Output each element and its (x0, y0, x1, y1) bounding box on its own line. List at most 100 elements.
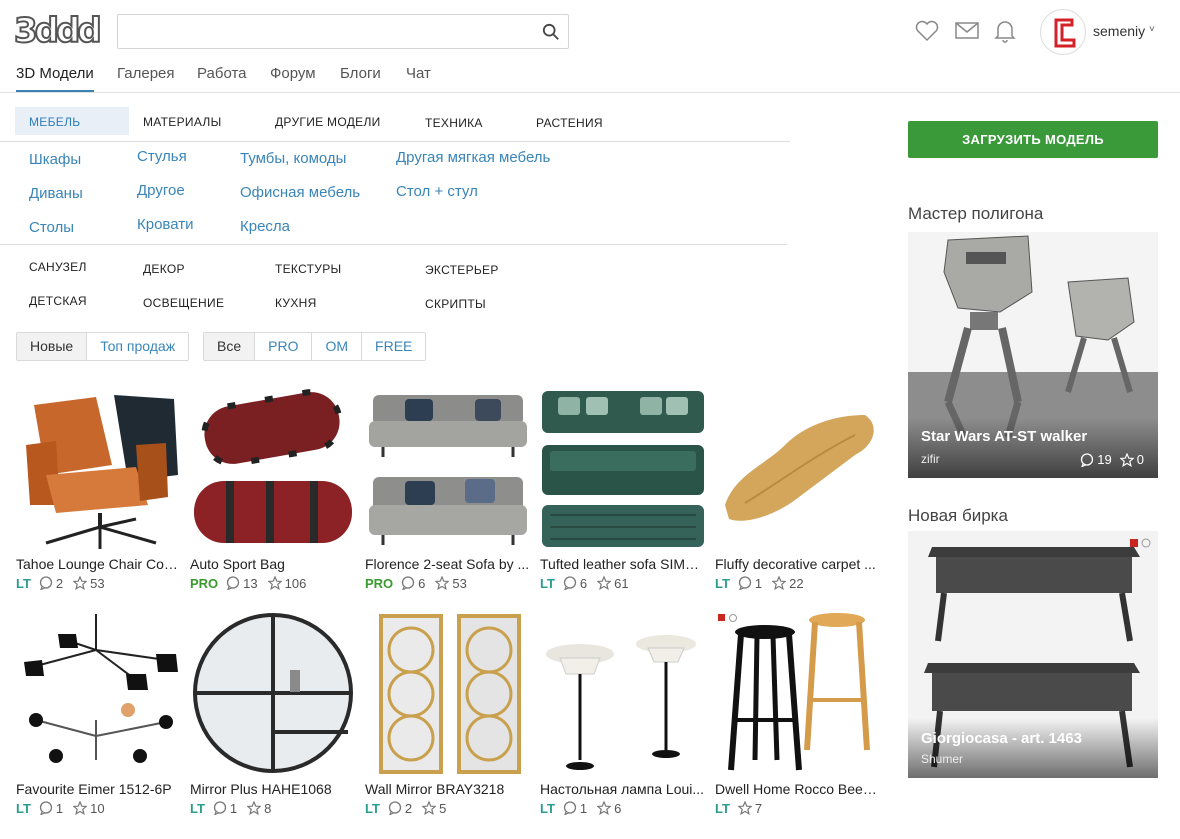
product-thumbnail[interactable] (365, 385, 531, 551)
product-card[interactable]: Auto Sport Bag PRO 13 106 (190, 385, 356, 591)
category-tech[interactable]: ТЕХНИКА (425, 116, 483, 130)
product-meta: LT 6 61 (540, 575, 706, 591)
subcategory-armchairs[interactable]: Кресла (240, 218, 290, 235)
username[interactable]: semeniy (1093, 23, 1145, 39)
product-title[interactable]: Tufted leather sofa SIMO... (540, 556, 706, 572)
category-kitchen[interactable]: КУХНЯ (275, 296, 317, 310)
category-bathroom[interactable]: САНУЗЕЛ (29, 260, 87, 274)
license-om-button[interactable]: OM (312, 333, 363, 360)
product-thumbnail[interactable] (190, 610, 356, 776)
category-plants[interactable]: РАСТЕНИЯ (536, 116, 603, 130)
comment-icon (39, 576, 53, 590)
category-decor[interactable]: ДЕКОР (143, 262, 185, 276)
product-title[interactable]: Mirror Plus HAHE1068 (190, 781, 356, 797)
new-tag-model-author[interactable]: Shumer (921, 752, 963, 766)
user-menu-caret[interactable]: ˅ (1149, 24, 1155, 35)
subcategory-office-furniture[interactable]: Офисная мебель (240, 184, 360, 201)
product-title[interactable]: Favourite Eimer 1512-6P (16, 781, 182, 797)
mail-icon[interactable] (954, 18, 980, 44)
product-title[interactable]: Auto Sport Bag (190, 556, 356, 572)
product-card[interactable]: Mirror Plus HAHE1068 LT 1 8 (190, 610, 356, 816)
subcategory-cabinets[interactable]: Тумбы, комоды (240, 150, 346, 167)
featured-model-author[interactable]: zifir (921, 452, 940, 466)
star-icon (422, 801, 437, 815)
tab-gallery[interactable]: Галерея (117, 65, 175, 92)
product-thumbnail[interactable] (715, 610, 881, 776)
tab-blogs[interactable]: Блоги (340, 65, 381, 92)
product-title[interactable]: Dwell Home Rocco Beec... (715, 781, 881, 797)
search-box[interactable] (117, 14, 569, 49)
product-thumbnail[interactable] (190, 385, 356, 551)
product-card[interactable]: Florence 2-seat Sofa by ... PRO 6 53 (365, 385, 531, 591)
star-icon (597, 801, 612, 815)
star-icon (435, 576, 450, 590)
product-thumbnail[interactable] (540, 385, 706, 551)
new-tag-card[interactable]: Giorgiocasa - art. 1463 Shumer (908, 531, 1158, 778)
product-card[interactable]: Wall Mirror BRAY3218 LT 2 5 (365, 610, 531, 816)
product-title[interactable]: Настольная лампа Loui... (540, 781, 706, 797)
category-exterior[interactable]: ЭКСТЕРЬЕР (425, 263, 499, 277)
category-divider (0, 141, 790, 142)
wall-mirror-image (365, 610, 531, 776)
product-card[interactable]: Tufted leather sofa SIMO... LT 6 61 (540, 385, 706, 591)
category-textures[interactable]: ТЕКСТУРЫ (275, 262, 341, 276)
product-card[interactable]: Favourite Eimer 1512-6P LT 1 10 (16, 610, 182, 816)
new-tag-model-name[interactable]: Giorgiocasa - art. 1463 (921, 730, 1082, 747)
heart-icon[interactable] (914, 18, 940, 44)
product-thumbnail[interactable] (540, 610, 706, 776)
product-title[interactable]: Florence 2-seat Sofa by ... (365, 556, 531, 572)
product-thumbnail[interactable] (16, 385, 182, 551)
subcategory-beds[interactable]: Кровати (137, 216, 193, 233)
avatar-logo-icon (1044, 13, 1084, 53)
bell-icon[interactable] (992, 18, 1018, 44)
star-count: 22 (789, 575, 804, 591)
product-thumbnail[interactable] (16, 610, 182, 776)
product-meta: LT 1 8 (190, 800, 356, 816)
sort-new-button[interactable]: Новые (17, 333, 88, 360)
featured-model-card[interactable]: Star Wars AT-ST walker zifir 19 0 (908, 232, 1158, 478)
subcategory-table-chair[interactable]: Стол + стул (396, 183, 478, 200)
product-card[interactable]: Fluffy decorative carpet ... LT 1 22 (715, 385, 881, 591)
search-icon[interactable] (542, 23, 560, 41)
avatar[interactable] (1040, 9, 1086, 55)
product-title[interactable]: Tahoe Lounge Chair Cog... (16, 556, 182, 572)
product-thumbnail[interactable] (365, 610, 531, 776)
comment-icon (563, 801, 577, 815)
featured-model-name[interactable]: Star Wars AT-ST walker (921, 428, 1087, 445)
polygon-master-title: Мастер полигона (908, 204, 1044, 223)
product-title[interactable]: Wall Mirror BRAY3218 (365, 781, 531, 797)
product-card[interactable]: Настольная лампа Loui... LT 1 6 (540, 610, 706, 816)
tab-forum[interactable]: Форум (270, 65, 316, 92)
star-count: 53 (90, 575, 105, 591)
comment-count: 2 (55, 575, 64, 591)
upload-model-button[interactable]: ЗАГРУЗИТЬ МОДЕЛЬ (908, 121, 1158, 158)
subcategory-wardrobes[interactable]: Шкафы (29, 151, 81, 168)
site-logo[interactable]: 3ddd (13, 12, 103, 50)
subcategory-chairs[interactable]: Стулья (137, 148, 187, 165)
sort-top-sales-button[interactable]: Топ продаж (87, 333, 189, 360)
license-pro-button[interactable]: PRO (255, 333, 313, 360)
bar-stool-image (715, 610, 881, 776)
tab-jobs[interactable]: Работа (197, 65, 247, 92)
subcategory-other[interactable]: Другое (137, 182, 185, 199)
category-furniture[interactable]: МЕБЕЛЬ (15, 107, 129, 135)
category-lighting[interactable]: ОСВЕЩЕНИЕ (143, 296, 224, 310)
product-title[interactable]: Fluffy decorative carpet ... (715, 556, 881, 572)
star-count: 0 (1136, 452, 1144, 467)
tab-chat[interactable]: Чат (406, 65, 431, 92)
license-free-button[interactable]: FREE (362, 333, 426, 360)
tab-3d-models[interactable]: 3D Модели (16, 65, 94, 92)
category-scripts[interactable]: СКРИПТЫ (425, 297, 486, 311)
subcategory-sofas[interactable]: Диваны (29, 185, 83, 202)
category-kids[interactable]: ДЕТСКАЯ (29, 294, 87, 308)
license-all-button[interactable]: Все (204, 333, 256, 360)
product-card[interactable]: Tahoe Lounge Chair Cog... LT 2 53 (16, 385, 182, 591)
product-meta: LT 7 (715, 800, 881, 816)
subcategory-other-soft[interactable]: Другая мягкая мебель (396, 149, 550, 166)
subcategory-tables[interactable]: Столы (29, 219, 74, 236)
search-input[interactable] (118, 15, 538, 48)
category-other-models[interactable]: ДРУГИЕ МОДЕЛИ (275, 115, 381, 129)
category-materials[interactable]: МАТЕРИАЛЫ (143, 115, 222, 129)
product-card[interactable]: Dwell Home Rocco Beec... LT 7 (715, 610, 881, 816)
product-thumbnail[interactable] (715, 385, 881, 551)
